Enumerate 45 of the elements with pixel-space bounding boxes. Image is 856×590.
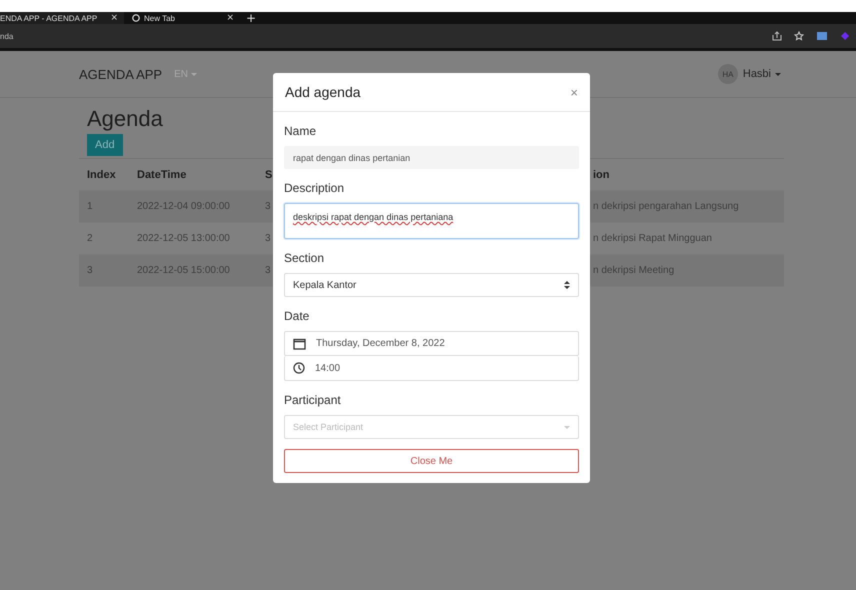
avatar: HA [718,64,738,84]
close-icon[interactable]: × [226,13,234,23]
field-label: Participant [284,393,342,407]
table-cell-text: 3 [265,233,272,244]
modal-title: Add agenda [285,84,361,100]
table-cell-text: 1 [86,201,94,212]
clock-icon [293,362,305,374]
column-header: ion [593,168,610,180]
user-dropdown[interactable]: Hasbi [742,68,781,80]
calendar-icon [293,338,306,350]
table-cell-text: 2022-12-05 13:00:00 [137,233,231,244]
field-label: Date [284,309,310,323]
share-icon[interactable] [772,31,782,41]
table-cell-text: 2022-12-04 09:00:00 [137,201,231,212]
date-field[interactable]: Thursday, December 8, 2022 [284,331,579,356]
close-icon[interactable]: × [110,13,118,23]
browser-tab[interactable]: New Tab × [124,12,240,24]
column-header: S [265,168,274,180]
close-button[interactable]: × [570,84,578,100]
description-field[interactable]: deskripsi rapat dengan dinas pertaniana [284,203,579,239]
column-header: DateTime [137,168,188,180]
field-label: Section [284,251,326,265]
table-cell: n dekripsi pengarahan Langsung [593,201,739,212]
star-icon[interactable] [794,31,804,41]
table-cell-text: 3 [265,201,272,212]
table-cell-text: 2 [86,233,94,244]
name-field[interactable]: rapat dengan dinas pertanian [284,146,579,169]
brand-link[interactable]: AGENDA APP [79,66,162,82]
time-field[interactable]: 14:00 [284,356,579,381]
close-me-button[interactable]: Close Me [284,449,579,473]
table-cell-text: 2022-12-05 15:00:00 [137,265,231,276]
section-select[interactable]: Kepala Kantor [284,273,579,297]
tab-title: ENDA APP - AGENDA APP [0,14,98,22]
page-title: Agenda [87,106,163,132]
field-label: Name [284,124,318,138]
table-cell-text: 3 [86,265,94,276]
table-cell: n dekripsi Meeting [593,265,674,276]
tab-title: New Tab [144,14,176,22]
new-tab-button[interactable]: + [240,12,262,24]
browser-tab[interactable]: ENDA APP - AGENDA APP × [0,12,124,24]
column-header: Index [86,168,117,180]
table-cell: n dekripsi Rapat Mingguan [593,233,712,244]
field-label: Description [284,181,346,195]
table-cell-text: 3 [265,265,272,276]
sort-arrows-icon [564,280,570,290]
